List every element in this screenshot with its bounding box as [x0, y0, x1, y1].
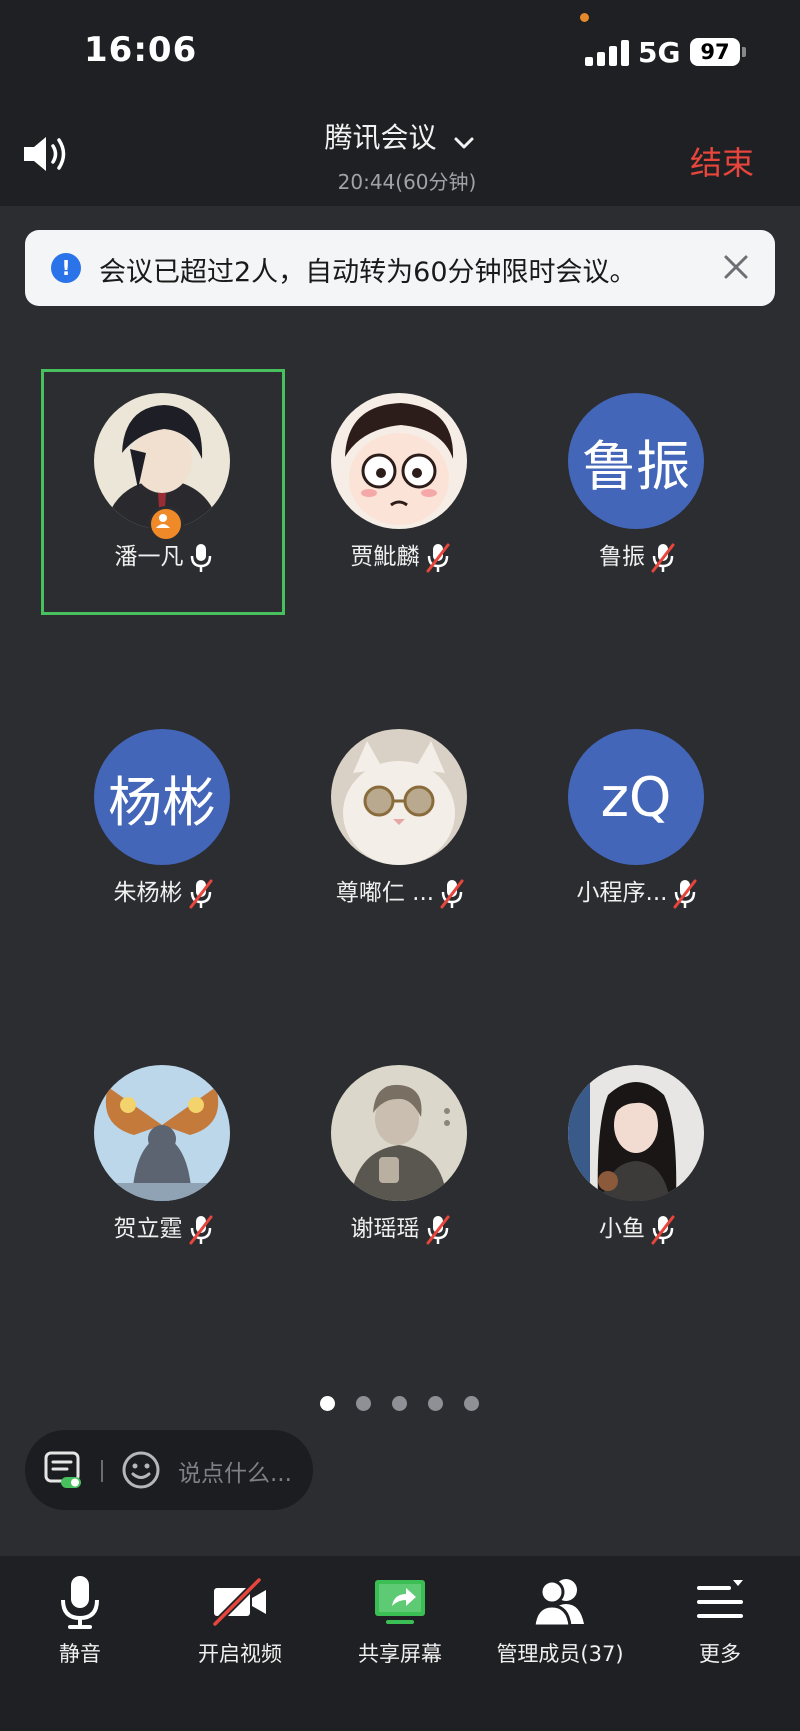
- battery-level: 97: [700, 40, 730, 64]
- mic-muted-icon: [426, 543, 449, 572]
- manage-members-label: 管理成员(37): [496, 1642, 624, 1666]
- battery-tip: [742, 47, 746, 57]
- participant-name-row: 谢瑶瑶: [278, 1209, 522, 1245]
- meeting-title: 腾讯会议: [324, 121, 437, 154]
- time-limit-notice: ! 会议已超过2人，自动转为60分钟限时会议。: [25, 230, 775, 306]
- meeting-duration: 20:44(60分钟): [337, 170, 477, 194]
- participant-name: 朱杨彬: [113, 880, 183, 906]
- chevron-down-icon: [454, 137, 474, 148]
- mic-muted-icon: [673, 879, 697, 908]
- mic-muted-icon: [651, 1215, 675, 1244]
- page-dot[interactable]: [464, 1396, 479, 1411]
- start-video-label: 开启视频: [198, 1642, 282, 1666]
- avatar: [331, 1065, 467, 1201]
- page-dot[interactable]: [392, 1396, 407, 1411]
- page-dot[interactable]: [320, 1396, 335, 1411]
- participant-name: 潘一凡: [114, 544, 184, 570]
- chat-placeholder[interactable]: 说点什么...: [178, 1454, 292, 1488]
- battery-icon: 97: [690, 38, 740, 66]
- participant-name-row: 鲁振: [515, 537, 759, 573]
- participant-tile[interactable]: 鲁振 鲁振: [515, 369, 759, 615]
- meeting-header: 腾讯会议 20:44(60分钟) 结束: [0, 100, 800, 206]
- status-time: 16:06: [84, 30, 198, 70]
- mute-button[interactable]: 静音: [0, 1574, 160, 1668]
- microphone-icon: [61, 1576, 99, 1629]
- notice-text: 会议已超过2人，自动转为60分钟限时会议。: [99, 257, 637, 288]
- participant-name: 小程序...: [576, 880, 668, 906]
- microphone-icon: [190, 543, 211, 572]
- page-indicator[interactable]: [320, 1396, 500, 1412]
- avatar: zQ: [568, 729, 704, 865]
- members-icon: [532, 1579, 584, 1628]
- end-meeting-button[interactable]: 结束: [690, 138, 754, 184]
- participant-tile[interactable]: 谢瑶瑶: [278, 1041, 522, 1287]
- signal-icon: [585, 40, 631, 66]
- participant-name-row: 潘一凡: [41, 537, 285, 573]
- participant-name-row: 小鱼: [515, 1209, 759, 1245]
- participant-tile[interactable]: 杨彬 朱杨彬: [41, 705, 285, 951]
- participant-name: 鲁振: [599, 544, 645, 570]
- mic-muted-icon: [189, 879, 212, 908]
- participant-name: 小鱼: [599, 1216, 645, 1242]
- avatar: [331, 393, 467, 529]
- share-screen-button[interactable]: 共享屏幕: [320, 1574, 480, 1668]
- participant-name: 贺立霆: [113, 1216, 183, 1242]
- chat-list-icon[interactable]: [43, 1449, 83, 1489]
- avatar: [568, 1065, 704, 1201]
- start-video-button[interactable]: 开启视频: [160, 1574, 320, 1668]
- participant-name-row: 小程序...: [515, 873, 759, 909]
- network-type: 5G: [638, 36, 681, 69]
- share-screen-label: 共享屏幕: [358, 1642, 442, 1666]
- chat-input-bar[interactable]: 说点什么...: [25, 1430, 313, 1510]
- manage-members-button[interactable]: 管理成员(37): [480, 1574, 640, 1668]
- participant-name: 尊嘟仁 ...: [335, 880, 435, 906]
- participant-name-row: 贾魮麟: [278, 537, 522, 573]
- share-screen-icon: [375, 1580, 425, 1624]
- avatar: 鲁振: [568, 393, 704, 529]
- mic-muted-icon: [651, 543, 675, 572]
- avatar: 杨彬: [94, 729, 230, 865]
- divider: [101, 1460, 103, 1482]
- status-bar: 16:06 5G 97: [0, 0, 800, 100]
- participant-tile[interactable]: 贾魮麟: [278, 369, 522, 615]
- participant-tile[interactable]: 小鱼: [515, 1041, 759, 1287]
- more-label: 更多: [699, 1642, 741, 1666]
- video-off-icon: [212, 1577, 266, 1627]
- mic-muted-icon: [440, 879, 464, 908]
- avatar: [94, 1065, 230, 1201]
- participant-name-row: 尊嘟仁 ...: [278, 873, 522, 909]
- participant-tile[interactable]: 尊嘟仁 ...: [278, 705, 522, 951]
- more-menu-icon: [697, 1580, 743, 1618]
- participant-name-row: 朱杨彬: [41, 873, 285, 909]
- participant-tile[interactable]: zQ 小程序...: [515, 705, 759, 951]
- more-button[interactable]: 更多: [640, 1574, 800, 1668]
- participant-name: 谢瑶瑶: [350, 1216, 420, 1242]
- page-dot[interactable]: [428, 1396, 443, 1411]
- avatar: [331, 729, 467, 865]
- privacy-indicator: [580, 13, 589, 22]
- close-icon[interactable]: [721, 252, 751, 282]
- participant-tile[interactable]: 潘一凡: [41, 369, 285, 615]
- participant-tile[interactable]: 贺立霆: [41, 1041, 285, 1287]
- meeting-toolbar: 静音 开启视频 共享屏幕 管理成员(37) 更多: [0, 1556, 800, 1731]
- meeting-title-dropdown[interactable]: 腾讯会议: [0, 116, 800, 156]
- info-icon: !: [51, 253, 81, 283]
- participant-name: 贾魮麟: [350, 544, 420, 570]
- mic-muted-icon: [189, 1215, 212, 1244]
- mute-label: 静音: [59, 1642, 101, 1666]
- emoji-icon[interactable]: [121, 1450, 161, 1490]
- page-dot[interactable]: [356, 1396, 371, 1411]
- mic-muted-icon: [426, 1215, 449, 1244]
- participant-name-row: 贺立霆: [41, 1209, 285, 1245]
